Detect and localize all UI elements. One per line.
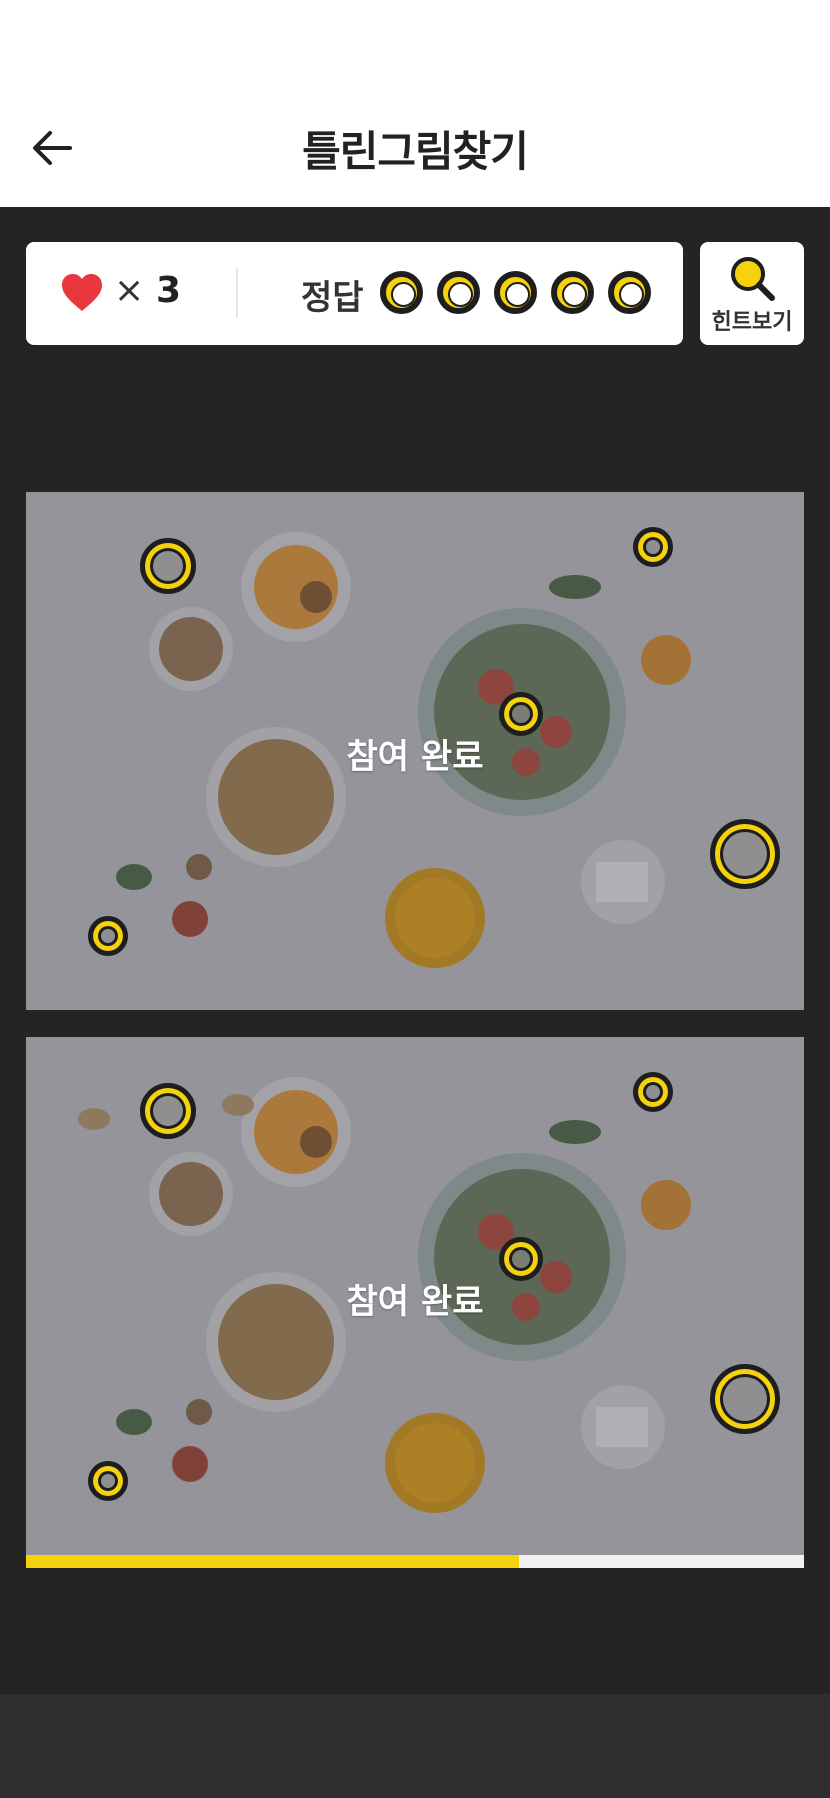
times-sign: × bbox=[114, 270, 145, 311]
heart-icon bbox=[62, 274, 102, 311]
answer-slots bbox=[380, 271, 651, 314]
lives-count: 3 bbox=[156, 270, 182, 311]
found-marker[interactable] bbox=[633, 1072, 673, 1112]
modified-picture[interactable]: 참여 완료 bbox=[26, 1037, 804, 1555]
bottom-bar bbox=[0, 1694, 830, 1798]
found-marker[interactable] bbox=[88, 916, 128, 956]
game-area: × 3 정답 힌트보기 참여 완료 참여 완료 bbox=[0, 207, 830, 1694]
found-marker[interactable] bbox=[710, 819, 780, 889]
hint-label: 힌트보기 bbox=[711, 310, 793, 335]
answer-slot-circle-icon bbox=[380, 271, 423, 314]
progress-fill bbox=[26, 1555, 520, 1568]
found-marker[interactable] bbox=[633, 527, 673, 567]
found-marker[interactable] bbox=[88, 1461, 128, 1501]
hint-button[interactable]: 힌트보기 bbox=[700, 242, 804, 345]
header: 틀린그림찾기 bbox=[0, 0, 830, 207]
answer-slot-circle-icon bbox=[494, 271, 537, 314]
found-marker[interactable] bbox=[710, 1364, 780, 1434]
original-picture[interactable]: 참여 완료 bbox=[26, 492, 804, 1010]
answer-slot-circle-icon bbox=[551, 271, 594, 314]
found-marker[interactable] bbox=[140, 538, 196, 594]
completion-label: 참여 완료 bbox=[346, 1282, 484, 1322]
page-title: 틀린그림찾기 bbox=[302, 127, 529, 176]
answer-slot-circle-icon bbox=[608, 271, 651, 314]
magnifier-icon bbox=[731, 257, 775, 301]
found-marker[interactable] bbox=[140, 1083, 196, 1139]
answer-slot-circle-icon bbox=[437, 271, 480, 314]
divider bbox=[236, 268, 238, 318]
completion-label: 참여 완료 bbox=[346, 737, 484, 777]
progress-bar bbox=[26, 1555, 804, 1568]
status-bar: × 3 정답 bbox=[26, 242, 683, 345]
answer-label: 정답 bbox=[301, 278, 364, 318]
